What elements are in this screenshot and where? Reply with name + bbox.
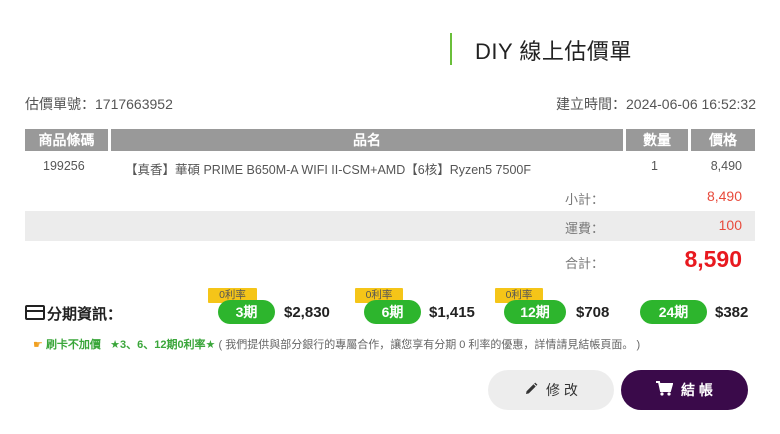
total-value: 8,590 [684,246,742,272]
period-pill: 12期 [504,300,566,324]
page-title: DIY 線上估價單 [475,39,632,64]
header-barcode: 商品條碼 [25,129,108,151]
header-qty: 數量 [626,129,688,151]
created-time-label: 建立時間： [556,96,626,112]
credit-card-icon [25,305,45,320]
installment-amount: $382 [715,304,749,321]
shipping-value: 100 [718,217,742,233]
installment-label: 分期資訊： [47,306,123,323]
installment-note: ☛ 刷卡不加價 ★3、6、12期0利率★ ( 我們提供與部分銀行的專屬合作，讓您… [33,336,640,352]
total-row: 合計： 8,590 [25,246,755,276]
table-header: 商品條碼 品名 數量 價格 [25,129,755,151]
total-label: 合計： [565,256,605,271]
pointing-hand-icon: ☛ [33,339,43,351]
row-product-name: 【真香】華碩 PRIME B650M-A WIFI II-CSM+AMD【6核】… [125,163,531,177]
installment-amount: $1,415 [429,304,475,321]
quote-number-label: 估價單號： [25,96,95,112]
row-barcode: 199256 [43,159,85,173]
pencil-icon [524,371,538,411]
installment-amount: $2,830 [284,304,330,321]
period-pill: 3期 [218,300,275,324]
period-pill: 6期 [364,300,421,324]
note-no-surcharge: 刷卡不加價 [45,339,101,351]
checkout-button[interactable]: 結 帳 [621,370,748,410]
edit-button-label: 修 改 [546,382,578,398]
created-time: 建立時間：2024-06-06 16:52:32 [556,94,756,114]
shipping-row: 運費： 100 [25,211,755,241]
header-name: 品名 [111,129,623,151]
note-detail: ( 我們提供與部分銀行的專屬合作，讓您享有分期 0 利率的優惠，詳情請見結帳頁面… [218,339,641,351]
note-zero-interest: ★3、6、12期0利率★ [110,339,216,351]
table-row: 199256 【真香】華碩 PRIME B650M-A WIFI II-CSM+… [25,152,755,182]
subtotal-row: 小計： 8,490 [25,182,755,212]
subtotal-value: 8,490 [706,188,742,204]
subtotal-label: 小計： [565,192,605,207]
quote-number-value: 1717663952 [95,96,173,112]
row-qty: 1 [651,159,658,173]
shipping-label: 運費： [565,221,605,236]
header-price: 價格 [691,129,755,151]
installment-amount: $708 [576,304,610,321]
period-pill: 24期 [640,300,707,324]
row-price: 8,490 [710,159,742,173]
checkout-button-label: 結 帳 [681,382,713,398]
created-time-value: 2024-06-06 16:52:32 [626,96,756,112]
title-accent-bar [450,33,452,65]
edit-button[interactable]: 修 改 [488,370,614,410]
cart-icon [656,371,674,411]
quote-number: 估價單號：1717663952 [25,94,173,114]
